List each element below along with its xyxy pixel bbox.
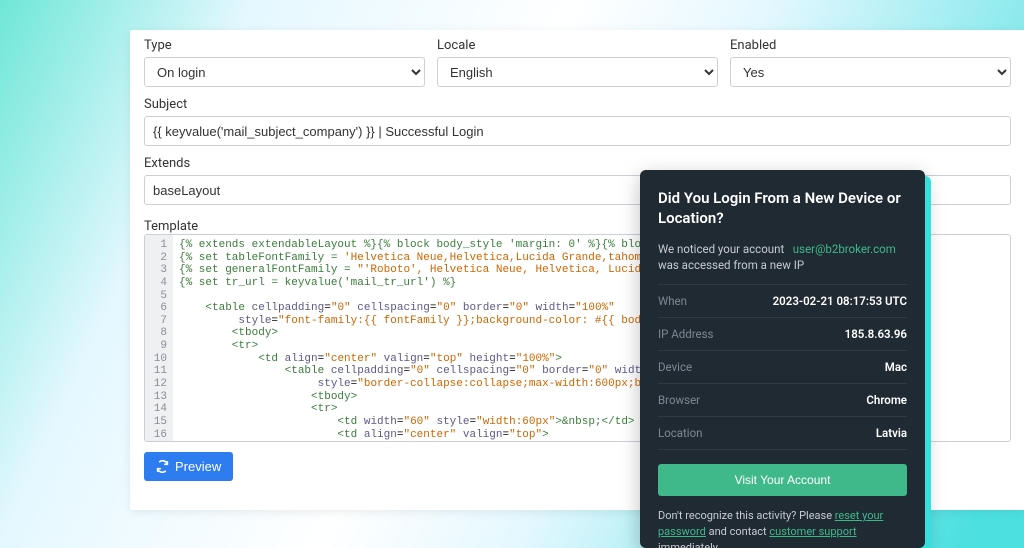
email-intro-suffix: was accessed from a new IP	[658, 258, 804, 272]
select-enabled[interactable]: Yes	[730, 57, 1011, 87]
email-title: Did You Login From a New Device or Locat…	[658, 188, 907, 229]
email-info-row: Location Latvia	[658, 417, 907, 450]
email-info-row: Browser Chrome	[658, 384, 907, 417]
field-locale: Locale English	[437, 38, 718, 87]
email-footer: Don't recognize this activity? Please re…	[658, 508, 907, 548]
email-info-value: 2023-02-21 08:17:53 UTC	[773, 294, 907, 308]
email-info-value: Latvia	[876, 426, 907, 440]
preview-button-label: Preview	[175, 459, 221, 474]
select-type[interactable]: On login	[144, 57, 425, 87]
visit-account-button[interactable]: Visit Your Account	[658, 464, 907, 496]
email-info-key: Location	[658, 426, 703, 440]
email-info-key: When	[658, 294, 687, 308]
field-type: Type On login	[144, 38, 425, 87]
label-type: Type	[144, 38, 425, 53]
email-info-key: Device	[658, 360, 692, 374]
preview-button[interactable]: Preview	[144, 452, 233, 481]
email-info-row: When 2023-02-21 08:17:53 UTC	[658, 285, 907, 318]
select-locale[interactable]: English	[437, 57, 718, 87]
email-info-value: 185.8.63.96	[845, 327, 907, 341]
refresh-icon	[156, 460, 169, 473]
customer-support-link[interactable]: customer support	[769, 525, 856, 538]
field-enabled: Enabled Yes	[730, 38, 1011, 87]
email-footer-prefix: Don't recognize this activity? Please	[658, 509, 832, 522]
email-footer-mid: and contact	[709, 525, 767, 538]
email-info-value: Chrome	[866, 393, 907, 407]
label-enabled: Enabled	[730, 38, 1011, 53]
label-extends: Extends	[144, 156, 1011, 171]
email-info-key: IP Address	[658, 327, 713, 341]
input-subject[interactable]	[144, 116, 1011, 146]
email-info-row: IP Address 185.8.63.96	[658, 318, 907, 351]
email-info-value: Mac	[885, 360, 907, 374]
email-info-table: When 2023-02-21 08:17:53 UTC IP Address 185…	[658, 284, 907, 450]
email-intro-prefix: We noticed your account	[658, 242, 784, 256]
label-template: Template	[144, 219, 198, 234]
email-preview-card: Did You Login From a New Device or Locat…	[640, 170, 925, 548]
email-footer-suffix: immediately	[658, 541, 718, 548]
field-subject: Subject	[144, 97, 1011, 146]
label-subject: Subject	[144, 97, 1011, 112]
editor-gutter: 1 2 3 4 5 6 7 8 9 10 11 12 13 14 15 16 1…	[145, 235, 173, 441]
label-locale: Locale	[437, 38, 718, 53]
email-intro: We noticed your account user@b2broker.co…	[658, 241, 907, 274]
email-account: user@b2broker.com	[793, 242, 896, 256]
email-info-key: Browser	[658, 393, 700, 407]
email-info-row: Device Mac	[658, 351, 907, 384]
